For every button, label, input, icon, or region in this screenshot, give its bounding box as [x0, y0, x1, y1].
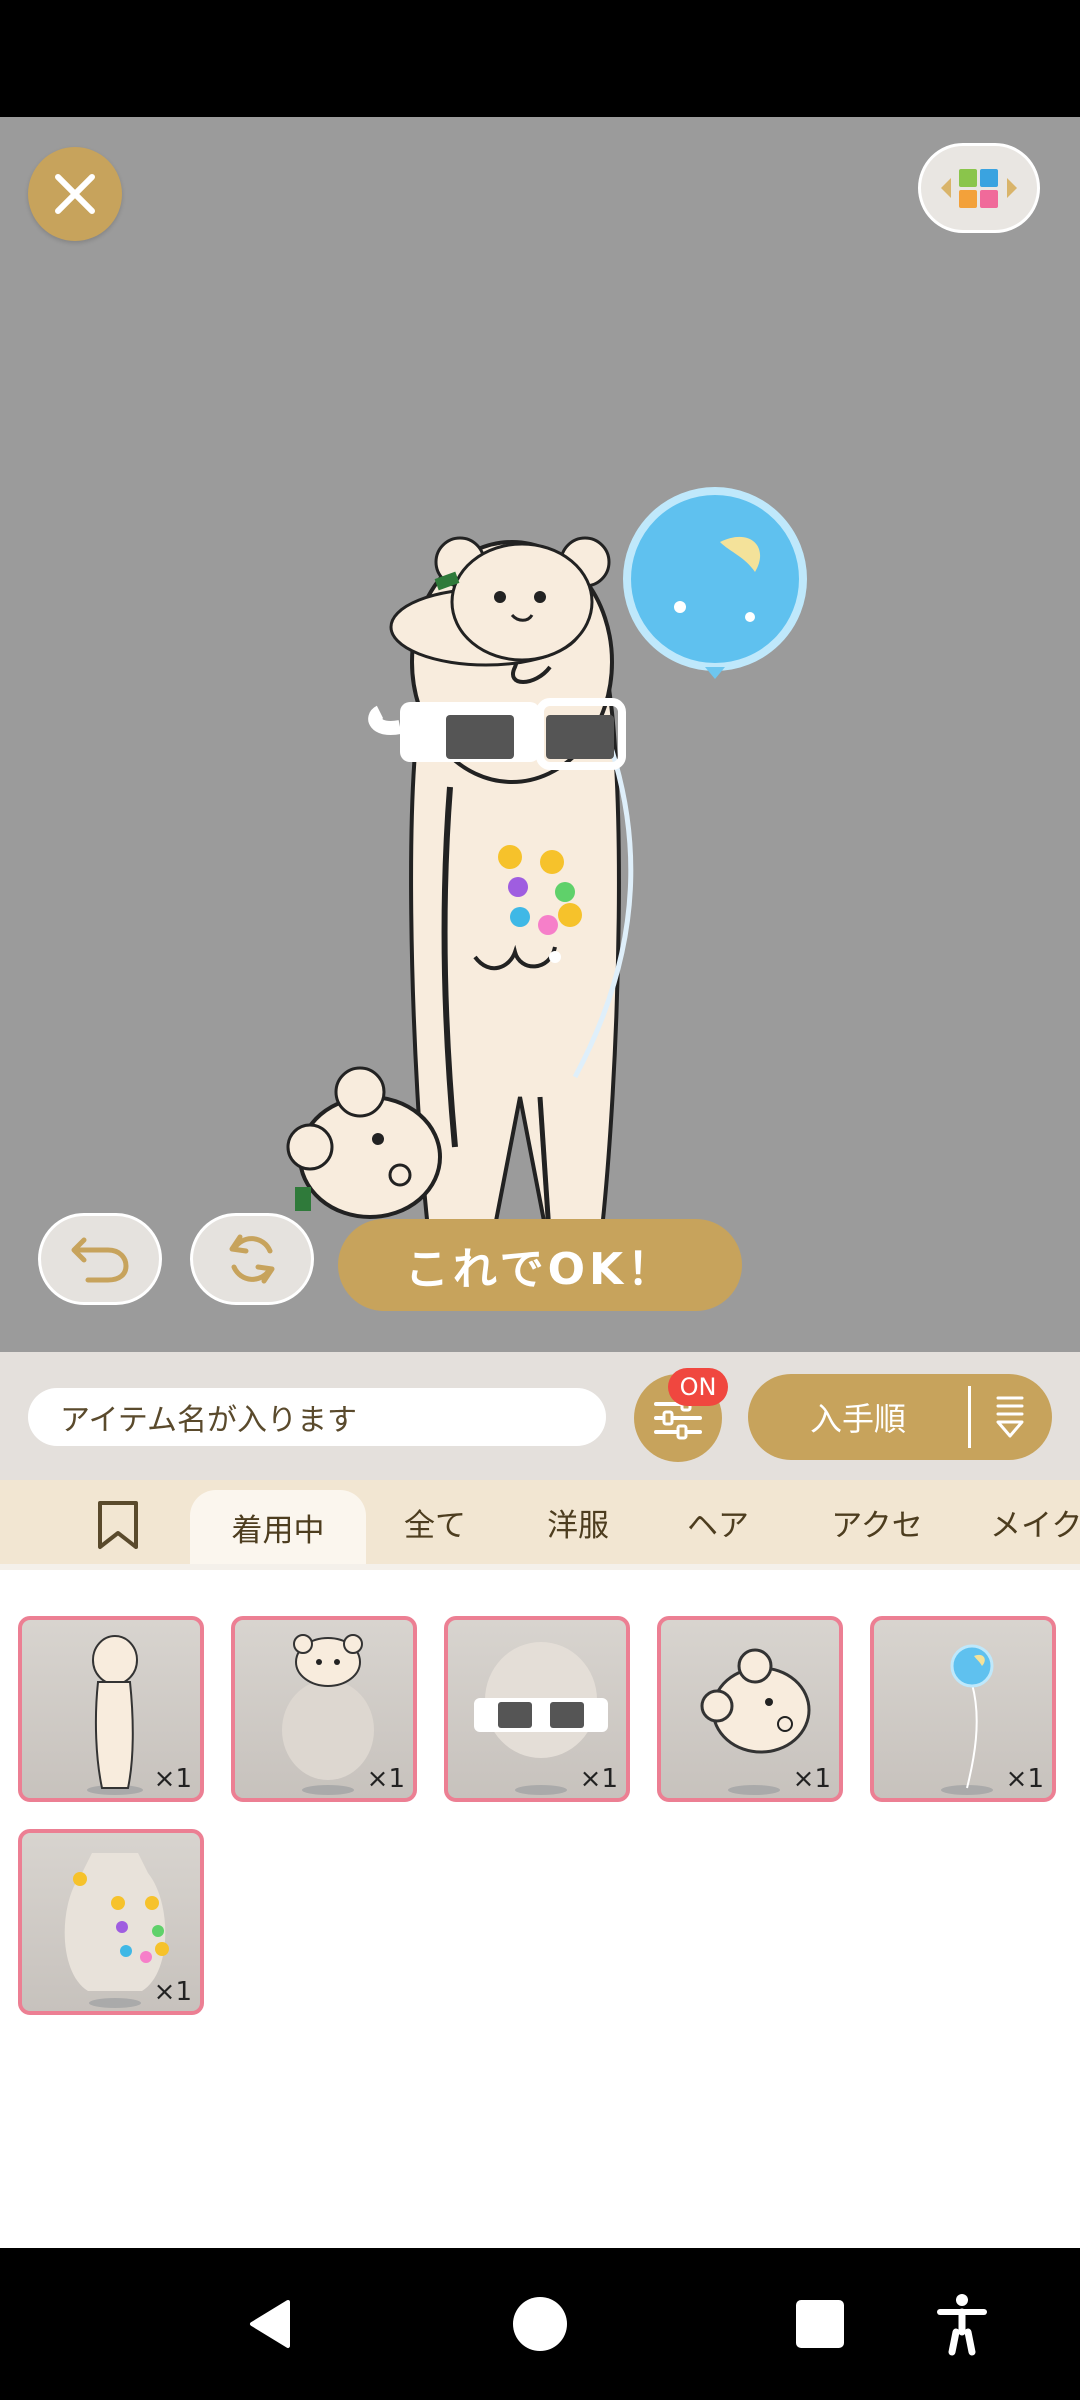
- accessibility-icon: [937, 2294, 987, 2356]
- tab-clothes[interactable]: 洋服: [520, 1480, 636, 1564]
- close-button[interactable]: [28, 147, 122, 241]
- confirm-ok-button[interactable]: これでOK！: [338, 1219, 742, 1311]
- layout-toggle-button[interactable]: [918, 143, 1040, 233]
- tab-accessory[interactable]: アクセ: [800, 1480, 954, 1564]
- system-nav-bar: [0, 2248, 1080, 2400]
- item-card[interactable]: ×1: [18, 1829, 204, 2015]
- reset-button[interactable]: [190, 1213, 314, 1305]
- item-count: ×1: [1005, 1764, 1044, 1794]
- back-triangle-icon: [250, 2300, 290, 2348]
- item-search-input[interactable]: アイテム名が入ります: [28, 1388, 606, 1446]
- tab-wearing[interactable]: 着用中: [190, 1490, 366, 1564]
- undo-icon: [71, 1237, 129, 1283]
- item-card[interactable]: ×1: [657, 1616, 843, 1802]
- item-count: ×1: [792, 1764, 831, 1794]
- nav-back-button[interactable]: [220, 2248, 320, 2400]
- item-count: ×1: [579, 1764, 618, 1794]
- tab-all[interactable]: 全て: [380, 1480, 490, 1564]
- status-bar: [0, 0, 1080, 117]
- sort-label: 入手順: [809, 1400, 906, 1438]
- avatar-character: [286, 487, 807, 1289]
- nav-home-button[interactable]: [490, 2248, 590, 2400]
- recents-square-icon: [796, 2300, 844, 2348]
- tab-makeup[interactable]: メイク: [990, 1480, 1080, 1564]
- item-card[interactable]: ×1: [870, 1616, 1056, 1802]
- avatar-stage: これでOK！: [0, 117, 1080, 1352]
- close-icon: [55, 174, 95, 214]
- color-grid-icon: [941, 169, 1017, 208]
- filter-on-badge: ON: [668, 1368, 728, 1406]
- undo-button[interactable]: [38, 1213, 162, 1305]
- tab-hair[interactable]: ヘア: [660, 1480, 776, 1564]
- item-grid: ×1 ×1 ×1 ×1 ×1 ×1: [0, 1564, 1080, 2248]
- sort-button[interactable]: 入手順: [748, 1374, 1052, 1460]
- home-circle-icon: [513, 2297, 567, 2351]
- item-count: ×1: [153, 1764, 192, 1794]
- item-count: ×1: [366, 1764, 405, 1794]
- nav-recents-button[interactable]: [770, 2248, 870, 2400]
- sort-divider: [968, 1386, 971, 1448]
- sort-order-icon[interactable]: [980, 1374, 1040, 1460]
- item-toolbar: アイテム名が入ります ON 入手順: [0, 1352, 1080, 1480]
- bookmark-icon[interactable]: [96, 1500, 140, 1550]
- item-count: ×1: [153, 1977, 192, 2007]
- category-tabs: 着用中 全て 洋服 ヘア アクセ メイク: [0, 1480, 1080, 1564]
- refresh-icon: [229, 1234, 275, 1284]
- nav-accessibility-button[interactable]: [912, 2248, 1012, 2400]
- item-card[interactable]: ×1: [444, 1616, 630, 1802]
- item-card[interactable]: ×1: [18, 1616, 204, 1802]
- item-card[interactable]: ×1: [231, 1616, 417, 1802]
